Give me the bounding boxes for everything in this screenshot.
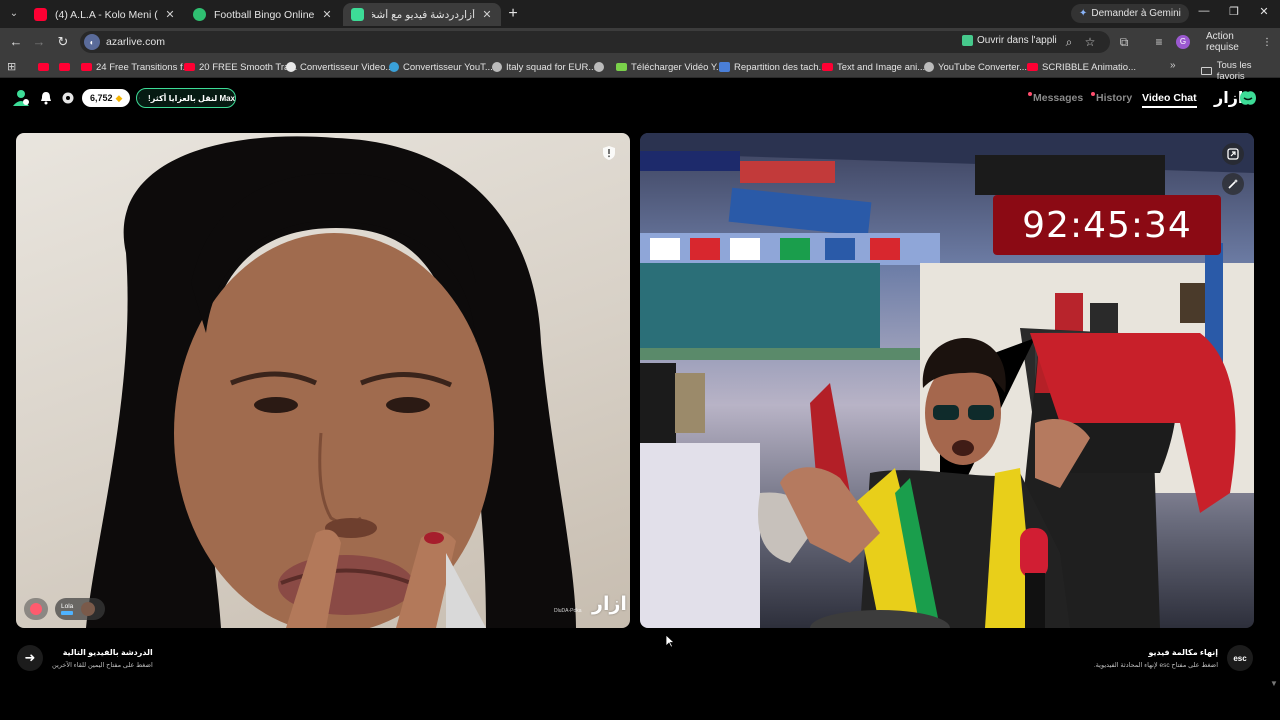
close-window-icon[interactable]: ✕: [1256, 5, 1272, 18]
bell-icon[interactable]: [39, 91, 53, 105]
self-video: 92:45:34: [640, 133, 1254, 628]
globe-icon: [594, 62, 604, 72]
tab-strip: ⌄ (4) A.L.A - Kolo Meni (Official M ✕ Fo…: [0, 0, 1280, 28]
profile-avatar[interactable]: G: [1176, 35, 1190, 49]
kebab-menu-icon: ⋮: [1262, 36, 1272, 48]
next-chat-hint: الدردشة بالفيديو التالية اضغط على مفتاح …: [52, 648, 153, 669]
zoom-icon[interactable]: ⌕: [1061, 34, 1077, 50]
bookmark-item[interactable]: Text and Image ani...: [822, 60, 925, 74]
bookmark-item[interactable]: Italy squad for EUR...: [492, 60, 596, 74]
youtube-icon: [59, 63, 70, 71]
youtube-icon: [1027, 63, 1038, 71]
partner-info-chip[interactable]: Lola: [55, 598, 105, 620]
bookmark-star-icon[interactable]: ☆: [1082, 34, 1098, 50]
bookmark-item[interactable]: [594, 60, 608, 74]
report-icon: [30, 603, 42, 615]
tab-kolo-meni[interactable]: (4) A.L.A - Kolo Meni (Official M ✕: [26, 3, 184, 26]
expand-icon[interactable]: [1222, 143, 1244, 165]
apps-grid-icon[interactable]: ⊞: [7, 60, 16, 73]
scroll-down-arrow-icon[interactable]: ▼: [1270, 679, 1278, 688]
gemini-sparkle-icon: ✦: [1079, 8, 1088, 19]
nav-messages[interactable]: Messages: [1028, 92, 1083, 104]
azar-watermark: ازار: [592, 593, 627, 615]
globe-icon: [492, 62, 502, 72]
globe-icon: [924, 62, 934, 72]
restore-icon[interactable]: ❐: [1226, 5, 1242, 18]
bookmark-item[interactable]: Convertisseur YouT...: [389, 60, 493, 74]
bookmarks-bar: ⊞ 24 Free Transitions f... 20 FREE Smoot…: [0, 56, 1280, 82]
avatar: [81, 602, 96, 616]
end-call-hint: إنهاء مكالمة فيديو اضغط على مفتاح esc لإ…: [1093, 648, 1218, 669]
youtube-icon: [38, 63, 49, 71]
bookmark-item[interactable]: Télécharger Vidéo Y...: [616, 60, 724, 74]
mouse-cursor-icon: [665, 634, 675, 648]
partner-video-frame: [86, 136, 576, 628]
new-tab-button[interactable]: +: [505, 5, 521, 23]
folder-icon: [1201, 67, 1212, 75]
nav-video-chat[interactable]: Video Chat: [1142, 92, 1197, 108]
gemini-button[interactable]: ✦ Demander à Gemini: [1071, 4, 1189, 23]
doc-icon: [719, 62, 730, 72]
bookmark-item[interactable]: SCRIBBLE Animatio...: [1027, 60, 1136, 74]
tab-azar[interactable]: أزاردردشة فيديو مع أشخاص ✕: [343, 3, 501, 26]
report-button[interactable]: [24, 598, 48, 620]
youtube-icon: [81, 63, 92, 71]
next-chat-button[interactable]: ➜: [17, 645, 43, 671]
close-icon[interactable]: ✕: [321, 8, 333, 21]
azar-logo-icon: [1240, 91, 1256, 105]
nav-history[interactable]: History: [1091, 92, 1132, 104]
gem-icon: ◆: [115, 92, 123, 103]
youtube-icon: [184, 63, 195, 71]
bookmark-item[interactable]: Repartition des tach...: [719, 60, 826, 74]
tab-football-bingo[interactable]: Football Bingo Online - Play No ✕: [185, 3, 341, 26]
extensions-icon[interactable]: ⧉: [1116, 34, 1132, 50]
call-timer: 92:45:34: [993, 195, 1221, 255]
football-icon: [193, 8, 206, 21]
more-bookmarks-icon[interactable]: »: [1170, 60, 1176, 71]
close-icon[interactable]: ✕: [164, 8, 176, 21]
open-in-app-button[interactable]: Ouvrir dans l'appli: [958, 32, 1061, 48]
user-profile-icon[interactable]: [12, 89, 30, 107]
tab-search-chevron-icon[interactable]: ⌄: [6, 5, 22, 21]
notification-dot: [1028, 92, 1032, 96]
bookmark-item[interactable]: [59, 60, 74, 74]
bookmark-item[interactable]: [38, 60, 53, 74]
forward-icon[interactable]: →: [31, 34, 47, 50]
google-icon: [286, 62, 296, 72]
notification-dot: [1091, 92, 1095, 96]
report-shield-icon[interactable]: [602, 145, 616, 161]
bookmark-item[interactable]: YouTube Converter...: [924, 60, 1027, 74]
minimize-icon[interactable]: —: [1196, 5, 1212, 17]
site-info-icon[interactable]: ◐: [84, 34, 100, 50]
youtube-icon: [822, 63, 833, 71]
max-promo-button[interactable]: Max لنقل بالعزايا أكثر!: [136, 88, 236, 108]
browser-toolbar: ← → ↻ ◐ azarlive.com Ouvrir dans l'appli…: [0, 28, 1280, 56]
bookmark-item[interactable]: 24 Free Transitions f...: [81, 60, 191, 74]
bookmark-item[interactable]: Convertisseur Video...: [286, 60, 393, 74]
close-icon[interactable]: ✕: [481, 8, 493, 21]
country-flag-icon: [61, 611, 73, 615]
gear-icon[interactable]: [61, 91, 75, 105]
download-icon: [616, 63, 627, 71]
action-required-button[interactable]: Action requise ⋮: [1198, 31, 1280, 53]
back-icon[interactable]: ←: [8, 34, 24, 50]
azar-max-logo-icon: [139, 97, 140, 99]
bookmark-item[interactable]: 20 FREE Smooth Tra...: [184, 60, 297, 74]
app-top-bar: 6,752 ◆ Max لنقل بالعزايا أكثر! Messages…: [0, 79, 1270, 119]
youtube-icon: [34, 8, 47, 21]
magic-wand-icon[interactable]: [1222, 173, 1244, 195]
gem-balance[interactable]: 6,752 ◆: [82, 89, 131, 107]
media-control-icon[interactable]: ≡: [1151, 34, 1167, 50]
converter-icon: [389, 62, 399, 72]
arrow-right-icon: ➜: [24, 650, 36, 665]
azar-page: 6,752 ◆ Max لنقل بالعزايا أكثر! Messages…: [0, 79, 1280, 720]
partner-video: Lola DluDA-Pdka ازار: [16, 133, 630, 628]
address-bar[interactable]: ◐ azarlive.com: [80, 31, 1110, 53]
reload-icon[interactable]: ↻: [55, 34, 71, 50]
end-call-button[interactable]: esc: [1227, 645, 1253, 671]
watermark-id: DluDA-Pdka: [554, 608, 582, 614]
azar-icon: [351, 8, 364, 21]
azar-app-icon: [962, 34, 973, 46]
